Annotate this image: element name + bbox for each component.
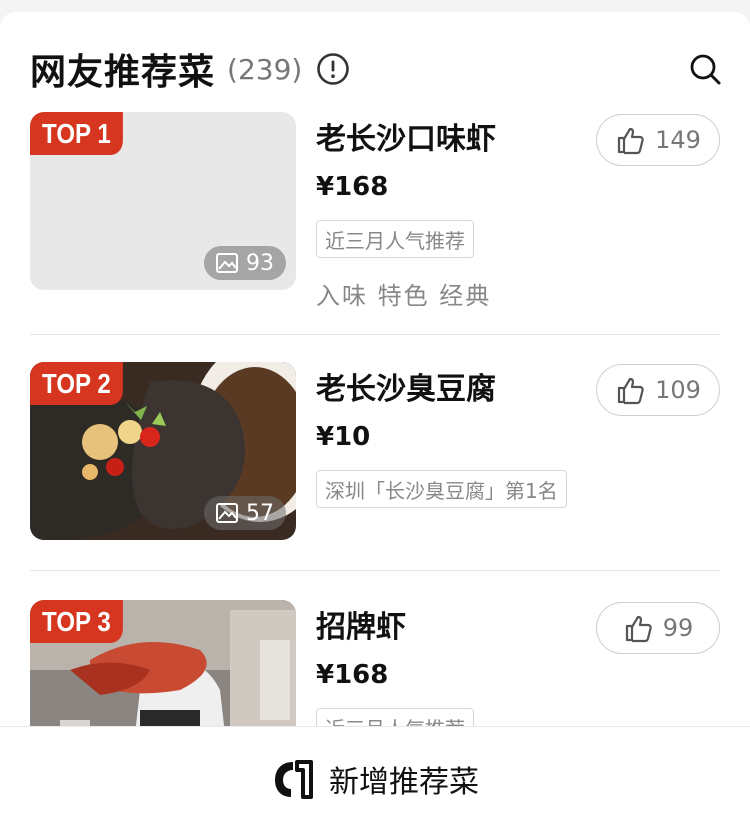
like-button[interactable]: 99 <box>596 602 720 654</box>
search-icon[interactable] <box>688 52 722 86</box>
photo-count-badge: 57 <box>204 496 286 530</box>
like-button[interactable]: 109 <box>596 364 720 416</box>
like-count: 109 <box>655 376 701 404</box>
thumbs-up-icon <box>617 127 644 155</box>
dish-badge: 近三月人气推荐 <box>316 220 474 258</box>
dish-price: ¥10 <box>316 422 371 452</box>
dish-item[interactable]: TOP 2 57 老长沙臭豆腐 ¥10 深圳「长沙臭豆腐」第1名 109 <box>30 362 720 542</box>
add-dish-icon <box>275 759 313 799</box>
thumbs-up-icon <box>617 377 644 405</box>
rank-badge: TOP 1 <box>30 112 123 155</box>
dish-name: 老长沙口味虾 <box>316 122 496 157</box>
page-title: 网友推荐菜 <box>30 52 216 93</box>
dish-name: 招牌虾 <box>316 610 406 645</box>
photo-count: 57 <box>246 500 274 526</box>
dish-price: ¥168 <box>316 172 389 202</box>
thumbs-up-icon <box>625 615 652 643</box>
divider <box>30 570 720 571</box>
dish-image[interactable]: TOP 1 93 <box>30 112 296 290</box>
dish-count: (239) <box>227 52 303 86</box>
dish-badge: 深圳「长沙臭豆腐」第1名 <box>316 470 567 508</box>
recommended-dishes-panel: 网友推荐菜 (239) TOP 1 93 老长沙口味虾 ¥168 近三月人气推荐… <box>0 12 750 830</box>
dish-price: ¥168 <box>316 660 389 690</box>
like-count: 99 <box>662 614 694 642</box>
add-dish-label: 新增推荐菜 <box>329 764 479 800</box>
image-icon <box>216 503 238 523</box>
image-icon <box>216 253 238 273</box>
dish-item[interactable]: TOP 1 93 老长沙口味虾 ¥168 近三月人气推荐 入味 特色 经典 14… <box>30 112 720 310</box>
dish-name: 老长沙臭豆腐 <box>316 372 496 407</box>
rank-badge: TOP 3 <box>30 600 123 643</box>
dish-tags: 入味 特色 经典 <box>316 282 492 310</box>
rank-badge: TOP 2 <box>30 362 123 405</box>
divider <box>30 334 720 335</box>
add-recommended-dish-button[interactable]: 新增推荐菜 <box>0 726 750 830</box>
like-count: 149 <box>655 126 701 154</box>
info-icon[interactable] <box>316 52 350 86</box>
header: 网友推荐菜 (239) <box>30 44 722 94</box>
photo-count-badge: 93 <box>204 246 286 280</box>
photo-count: 93 <box>246 250 274 276</box>
dish-image[interactable]: TOP 2 57 <box>30 362 296 540</box>
like-button[interactable]: 149 <box>596 114 720 166</box>
